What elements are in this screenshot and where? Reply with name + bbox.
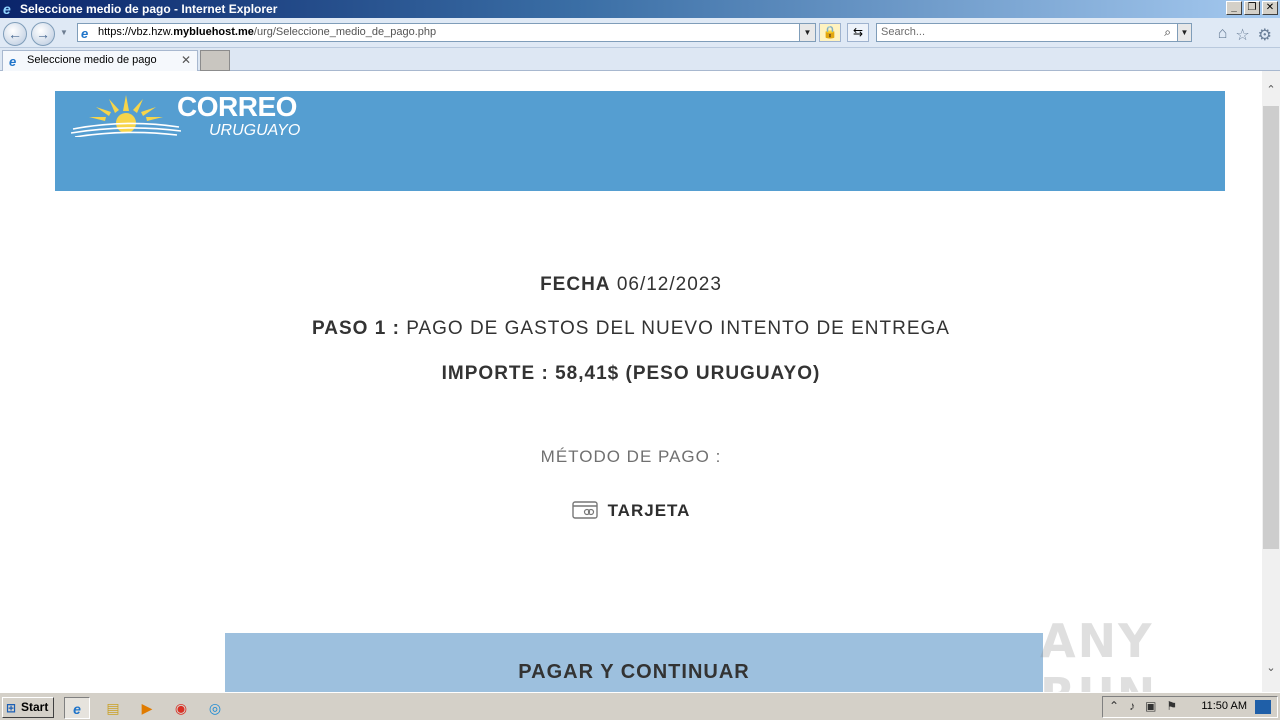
minimize-button[interactable]: _ <box>1226 1 1242 15</box>
tab-ie-icon: e <box>9 54 17 69</box>
fecha-line: FECHA 06/12/2023 <box>0 274 1262 296</box>
fecha-label: FECHA <box>540 274 611 295</box>
logo-title: CORREO <box>177 91 297 122</box>
system-tray: ⌃ ♪ ▣ ⚑ 11:50 AM <box>1102 696 1278 718</box>
pagar-y-continuar-button[interactable]: PAGAR Y CONTINUAR <box>225 633 1043 692</box>
scrollbar-thumb[interactable] <box>1263 106 1279 549</box>
search-icon[interactable]: ⌕ <box>1164 24 1171 41</box>
scroll-up-icon[interactable]: ⌃ <box>1262 83 1280 99</box>
tray-icons: ⌃ ♪ ▣ ⚑ <box>1109 699 1177 713</box>
taskbar-chrome-icon[interactable]: ◉ <box>168 697 194 719</box>
metodo-de-pago-label: MÉTODO DE PAGO : <box>540 447 722 466</box>
url-domain: mybluehost.me <box>173 26 254 38</box>
scroll-down-icon[interactable]: ⌄ <box>1262 661 1280 677</box>
fecha-value: 06/12/2023 <box>616 274 722 295</box>
browser-toolbar-icons: ⌂ ☆ ⚙ <box>1218 25 1272 45</box>
header-banner: CORREO URUGUAYO <box>55 91 1225 191</box>
taskbar-edge-icon[interactable]: ◎ <box>202 697 228 719</box>
paso-line: PASO 1 : PAGO DE GASTOS DEL NUEVO INTENT… <box>0 318 1262 340</box>
windows-flag-icon: ⊞ <box>6 701 17 715</box>
navigation-bar: ← → ▼ e https://vbz.hzw.mybluehost.me/ur… <box>0 18 1280 48</box>
url-prefix: https://vbz.hzw. <box>98 26 174 38</box>
action-center-flag-icon[interactable]: ⚑ <box>1166 699 1177 713</box>
taskbar-ie-icon[interactable]: e <box>64 697 90 719</box>
tab-close-icon[interactable]: ✕ <box>181 51 191 70</box>
window-controls: _ ❐ ✕ <box>1226 1 1278 15</box>
lock-icon[interactable]: 🔒 <box>819 23 841 42</box>
ie-logo-icon: e <box>3 1 11 17</box>
importe-line: IMPORTE : 58,41$ (PESO URUGUAYO) <box>441 363 821 384</box>
new-tab-button[interactable] <box>200 50 230 71</box>
search-placeholder: Search... <box>881 26 926 38</box>
start-label: Start <box>21 700 49 714</box>
settings-gear-icon[interactable]: ⚙ <box>1258 25 1272 45</box>
tarjeta-option[interactable]: TARJETA <box>0 500 1262 521</box>
home-icon[interactable]: ⌂ <box>1218 25 1228 45</box>
refresh-icon[interactable]: ⇆ <box>847 23 869 42</box>
paso-label: PASO 1 : <box>312 318 400 339</box>
paso-value: PAGO DE GASTOS DEL NUEVO INTENTO DE ENTR… <box>406 318 950 339</box>
taskbar-media-player-icon[interactable]: ▶ <box>134 697 160 719</box>
back-arrow-icon: ← <box>8 26 22 42</box>
vertical-scrollbar[interactable]: ⌃ ⌄ <box>1262 71 1280 692</box>
tarjeta-label: TARJETA <box>607 501 691 520</box>
start-button[interactable]: ⊞ Start <box>2 697 54 718</box>
tab-label: Seleccione medio de pago <box>27 54 157 66</box>
restore-button[interactable]: ❐ <box>1244 1 1260 15</box>
history-dropdown-icon[interactable]: ▼ <box>60 28 68 37</box>
window-title: Seleccione medio de pago - Internet Expl… <box>20 2 278 16</box>
sun-logo-icon <box>71 95 181 137</box>
address-dropdown-icon[interactable]: ▼ <box>799 24 815 41</box>
logo-subtitle: URUGUAYO <box>209 122 301 139</box>
tab-seleccione-medio-de-pago[interactable]: e Seleccione medio de pago ✕ <box>2 50 198 71</box>
window-titlebar: e Seleccione medio de pago - Internet Ex… <box>0 0 1280 18</box>
credit-card-icon <box>571 501 598 519</box>
forward-button[interactable]: → <box>31 22 55 46</box>
page-viewport: CORREO URUGUAYO FECHA 06/12/2023 PASO 1 … <box>0 71 1262 692</box>
tab-bar: e Seleccione medio de pago ✕ <box>0 48 1280 71</box>
back-button[interactable]: ← <box>3 22 27 46</box>
forward-arrow-icon: → <box>36 26 50 42</box>
address-bar[interactable]: e https://vbz.hzw.mybluehost.me/urg/Sele… <box>77 23 816 42</box>
favorites-star-icon[interactable]: ☆ <box>1235 25 1249 45</box>
show-desktop-icon[interactable] <box>1255 700 1271 714</box>
taskbar-explorer-folder-icon[interactable]: ▤ <box>100 697 126 719</box>
clock: 11:50 AM <box>1201 700 1247 712</box>
taskbar: ⊞ Start e ▤ ▶ ◉ ◎ ⌃ ♪ ▣ ⚑ 11:50 AM <box>0 692 1280 720</box>
close-button[interactable]: ✕ <box>1262 1 1278 15</box>
search-input[interactable]: Search... ⌕ ▼ <box>876 23 1192 42</box>
volume-icon[interactable]: ♪ <box>1129 699 1135 713</box>
tray-expand-icon[interactable]: ⌃ <box>1109 699 1119 713</box>
anyrun-watermark: ANY RUN <box>1040 614 1155 692</box>
search-dropdown-icon[interactable]: ▼ <box>1177 24 1191 41</box>
url-path: /urg/Seleccione_medio_de_pago.php <box>253 26 437 38</box>
network-icon[interactable]: ▣ <box>1145 699 1156 713</box>
page-ie-icon: e <box>81 26 89 41</box>
